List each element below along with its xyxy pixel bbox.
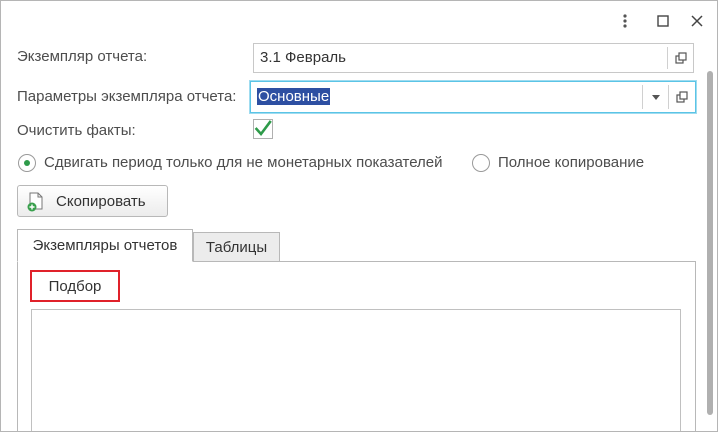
scrollbar-thumb[interactable] bbox=[707, 71, 713, 415]
params-label: Параметры экземпляра отчета: bbox=[17, 88, 237, 105]
instance-value: 3.1 Февраль bbox=[260, 49, 346, 66]
radio-full-copy[interactable] bbox=[472, 154, 490, 172]
open-icon[interactable] bbox=[668, 44, 694, 72]
clear-facts-checkbox[interactable] bbox=[253, 119, 273, 139]
open-icon[interactable] bbox=[669, 82, 695, 112]
tab-report-instances-label: Экземпляры отчетов bbox=[32, 237, 178, 254]
copy-document-icon bbox=[26, 192, 46, 216]
instance-field[interactable]: 3.1 Февраль bbox=[253, 43, 694, 73]
maximize-icon[interactable] bbox=[651, 10, 675, 32]
more-vertical-icon[interactable] bbox=[613, 10, 637, 32]
select-button[interactable]: Подбор bbox=[30, 270, 120, 302]
checkmark-icon bbox=[253, 119, 273, 139]
params-field[interactable]: Основные bbox=[250, 81, 696, 113]
params-value: Основные bbox=[257, 88, 331, 105]
vertical-scrollbar[interactable] bbox=[705, 65, 715, 415]
tab-tables[interactable]: Таблицы bbox=[193, 232, 280, 261]
close-icon[interactable] bbox=[685, 10, 709, 32]
clear-facts-label: Очистить факты: bbox=[17, 122, 136, 139]
tab-tables-label: Таблицы bbox=[205, 238, 268, 256]
dialog-window: Экземпляр отчета: 3.1 Февраль Параметры … bbox=[0, 0, 718, 432]
tab-panel: Подбор bbox=[17, 261, 696, 431]
select-button-label: Подбор bbox=[48, 277, 102, 295]
tab-report-instances[interactable]: Экземпляры отчетов bbox=[17, 229, 193, 262]
radio-shift-period[interactable] bbox=[18, 154, 36, 172]
radio-shift-period-label: Сдвигать период только для не монетарных… bbox=[44, 154, 443, 171]
copy-button-label: Скопировать bbox=[56, 193, 146, 210]
copy-button[interactable]: Скопировать bbox=[17, 185, 168, 217]
chevron-down-icon[interactable] bbox=[643, 82, 669, 112]
radio-full-copy-label: Полное копирование bbox=[498, 154, 645, 171]
instance-label: Экземпляр отчета: bbox=[17, 48, 148, 65]
instances-list[interactable] bbox=[31, 309, 681, 431]
